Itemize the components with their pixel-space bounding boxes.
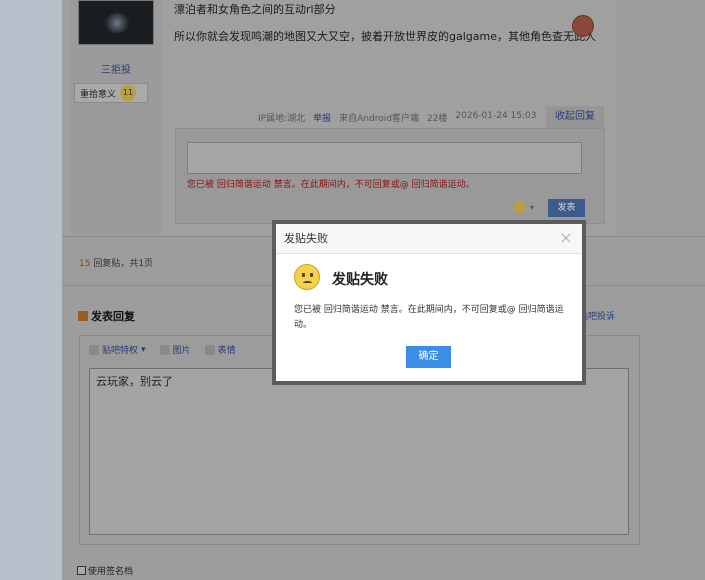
smile-icon[interactable] (514, 201, 526, 213)
dialog-header: 发贴失败 (276, 224, 582, 254)
editor-toolbar: 贴吧特权 ▾ 图片 表情 (89, 343, 236, 356)
close-icon[interactable]: × (558, 230, 574, 246)
post-line-1: 漂泊者和女角色之间的互动rl部分 (174, 3, 336, 16)
privilege-label: 贴吧特权 (102, 346, 139, 356)
report-link[interactable]: 举报 (313, 111, 331, 124)
reply-count: 15 回复贴，共1页 (79, 256, 153, 269)
post-time: 2026-01-24 15:03 (455, 111, 537, 121)
avatar[interactable] (78, 0, 154, 45)
dialog-title: 发贴失败 (332, 272, 388, 288)
image-icon (159, 344, 170, 355)
reply-input[interactable] (187, 142, 582, 174)
compose-title: 发表回复 (78, 308, 135, 324)
emoji-icon (572, 15, 594, 37)
smile-icon (204, 344, 215, 355)
avatar-glow (104, 13, 130, 33)
ban-notice: 您已被 回归简谐运动 禁言。在此期间内，不可回复或@ 回归简谐运动。 (187, 180, 475, 190)
ip-location: IP属地:湖北 (258, 114, 306, 124)
image-button[interactable]: 图片 (159, 343, 191, 356)
signature-option[interactable]: 使用签名档 (77, 564, 133, 577)
signature-label: 使用签名档 (88, 567, 134, 577)
sad-face-icon (294, 264, 320, 290)
submit-reply-button[interactable]: 发表 (548, 199, 585, 217)
user-badge[interactable]: 重拾意义 11 (74, 83, 148, 103)
emoji-label: 表情 (217, 346, 236, 356)
modal-frame: 发贴失败 × 发贴失败 您已被 回归简谐运动 禁言。在此期间内，不可回复或@ 回… (272, 220, 586, 385)
post-meta: IP属地:湖北 举报 来自Android客户端 22楼 2026-01-24 1… (258, 111, 537, 124)
left-background (0, 0, 62, 580)
crown-icon (89, 344, 99, 355)
badge-label: 重拾意义 (80, 89, 117, 100)
dialog-message: 您已被 回归简谐运动 禁言。在此期间内，不可回复或@ 回归简谐运动。 (294, 305, 564, 330)
badge-level: 11 (120, 85, 137, 101)
collapse-reply-link[interactable]: 收起回复 (546, 106, 604, 128)
chevron-down-icon[interactable]: ▾ (530, 203, 534, 212)
username-link[interactable]: 三拒投 (70, 61, 162, 76)
error-dialog: 发贴失败 × 发贴失败 您已被 回归简谐运动 禁言。在此期间内，不可回复或@ 回… (276, 224, 582, 381)
sad-face-eye (302, 273, 305, 277)
sad-face-eye (310, 273, 313, 277)
reply-count-text: 回复贴，共1页 (93, 259, 154, 269)
floor-number: 22楼 (426, 114, 448, 124)
compose-textarea[interactable]: 云玩家，别云了 (89, 368, 629, 535)
image-label: 图片 (172, 346, 191, 356)
sad-face-mouth (303, 281, 312, 285)
signature-checkbox[interactable] (77, 566, 86, 575)
edit-icon (78, 311, 88, 321)
post-line-2: 所以你就会发现鸣潮的地图又大又空，披着开放世界皮的galgame，其他角色查无此… (174, 30, 596, 43)
emoji-button[interactable]: 表情 (204, 343, 236, 356)
confirm-button[interactable]: 确定 (406, 346, 451, 368)
source-text: 来自Android客户端 (339, 114, 419, 124)
privilege-button[interactable]: 贴吧特权 ▾ (89, 343, 146, 356)
reply-count-number: 15 (79, 259, 91, 269)
compose-title-text: 发表回复 (91, 310, 135, 323)
